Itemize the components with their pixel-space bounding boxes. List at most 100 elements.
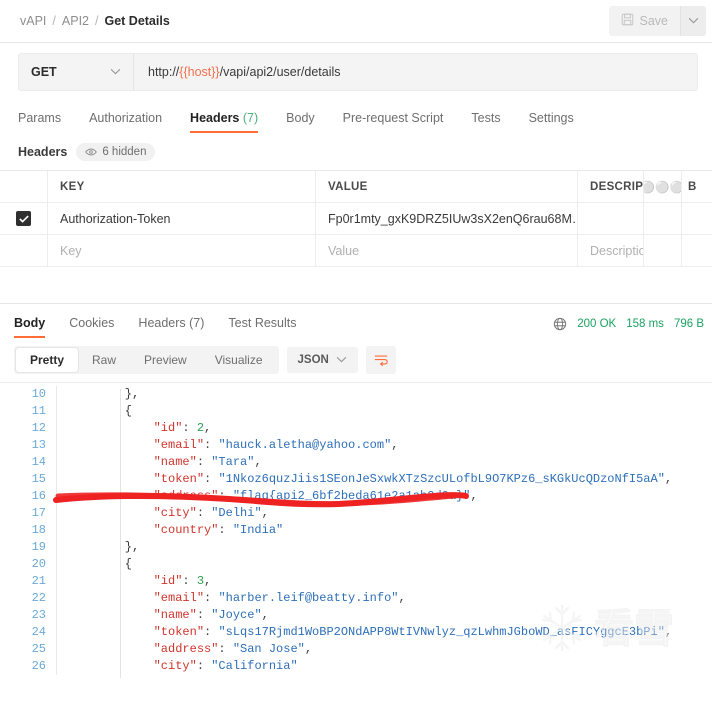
tab-label: Body: [286, 111, 315, 125]
code-line: "name": "Tara",: [96, 454, 712, 471]
code-token: {: [96, 557, 132, 571]
code-token: "email": [96, 438, 204, 452]
tab-settings[interactable]: Settings: [515, 111, 588, 133]
viewport-scrollbar[interactable]: [708, 0, 712, 717]
header-value-input[interactable]: Fp0r1mty_gxK9DRZ5IUw3sX2enQ6rau68M…: [316, 203, 578, 234]
headers-subheader: Headers 6 hidden: [0, 133, 712, 170]
indent-guide: [120, 389, 121, 678]
code-token: :: [197, 608, 211, 622]
view-mode-pretty[interactable]: Pretty: [16, 348, 78, 372]
code-token: },: [96, 540, 139, 554]
line-number: 17: [0, 505, 46, 522]
header-key-input[interactable]: Authorization-Token: [48, 203, 316, 234]
save-button-label: Save: [640, 14, 669, 28]
hidden-headers-label: 6 hidden: [102, 146, 146, 158]
response-view-mode-group: Pretty Raw Preview Visualize: [14, 346, 279, 374]
code-token: ,: [665, 472, 672, 486]
eye-icon: [85, 146, 97, 158]
tab-label: Params: [18, 111, 61, 125]
code-token: "Joyce": [211, 608, 261, 622]
save-options-button[interactable]: [680, 6, 706, 36]
response-body-toolbar: Pretty Raw Preview Visualize JSON: [0, 338, 712, 382]
table-row[interactable]: Authorization-Token Fp0r1mty_gxK9DRZ5IUw…: [0, 203, 712, 235]
save-button[interactable]: Save: [609, 6, 681, 36]
code-line: "token": "sLqs17Rjmd1WoBP2ONdAPP8WtIVNwl…: [96, 624, 712, 641]
code-token: "city": [96, 506, 197, 520]
tab-pre-request-script[interactable]: Pre-request Script: [329, 111, 458, 133]
tab-label: Tests: [471, 111, 500, 125]
code-line: "name": "Joyce",: [96, 607, 712, 624]
breadcrumb-item-request[interactable]: Get Details: [104, 14, 169, 28]
code-token: :: [204, 625, 218, 639]
tab-authorization[interactable]: Authorization: [75, 111, 176, 133]
response-tab-headers[interactable]: Headers (7): [126, 316, 216, 338]
breadcrumb-item-collection[interactable]: vAPI: [20, 14, 46, 28]
table-header-row: KEY VALUE DESCRIPTIO ⚪⚪⚪ B: [0, 171, 712, 203]
headers-section-title: Headers: [18, 145, 67, 159]
code-token: ,: [398, 591, 405, 605]
headers-table: KEY VALUE DESCRIPTIO ⚪⚪⚪ B Authorization…: [0, 170, 712, 267]
tab-params[interactable]: Params: [18, 111, 75, 133]
response-tab-body[interactable]: Body: [14, 316, 57, 338]
code-line: "country": "India": [96, 522, 712, 539]
url-bar: GET http://{{host}}/vapi/api2/user/detai…: [18, 53, 698, 91]
url-row: GET http://{{host}}/vapi/api2/user/detai…: [0, 43, 712, 99]
tab-headers[interactable]: Headers (7): [176, 111, 272, 133]
url-suffix: /vapi/api2/user/details: [220, 65, 341, 79]
line-number: 10: [0, 386, 46, 403]
http-method-label: GET: [31, 65, 57, 79]
code-token: "token": [96, 472, 204, 486]
response-tab-test-results[interactable]: Test Results: [216, 316, 308, 338]
row-actions-empty[interactable]: [644, 235, 682, 266]
tab-label: Headers: [190, 111, 239, 125]
code-token: :: [197, 659, 211, 673]
view-mode-raw[interactable]: Raw: [78, 348, 130, 372]
tab-body[interactable]: Body: [272, 111, 329, 133]
breadcrumb-bar: vAPI / API2 / Get Details Save: [0, 0, 712, 43]
view-mode-visualize[interactable]: Visualize: [201, 348, 277, 372]
line-number: 15: [0, 471, 46, 488]
code-fold-column[interactable]: [56, 386, 82, 675]
line-number: 22: [0, 590, 46, 607]
response-format-selector[interactable]: JSON: [287, 347, 358, 373]
tab-label: Pre-request Script: [343, 111, 444, 125]
line-number: 14: [0, 454, 46, 471]
code-token: ,: [470, 489, 477, 503]
response-body-code-viewer[interactable]: 1011121314151617181920212223242526 }, { …: [0, 382, 712, 680]
table-row-empty[interactable]: Key Value Description: [0, 235, 712, 267]
response-tab-cookies[interactable]: Cookies: [57, 316, 126, 338]
code-line: "id": 2,: [96, 420, 712, 437]
globe-icon[interactable]: [553, 317, 567, 331]
code-line: "id": 3,: [96, 573, 712, 590]
code-token: ,: [262, 608, 269, 622]
breadcrumb-item-folder[interactable]: API2: [62, 14, 89, 28]
tab-tests[interactable]: Tests: [457, 111, 514, 133]
code-token: ,: [305, 642, 312, 656]
code-token: "San Jose": [233, 642, 305, 656]
row-checkbox[interactable]: [0, 203, 48, 234]
code-line: "address": "San Jose",: [96, 641, 712, 658]
code-token: :: [182, 421, 196, 435]
code-token: },: [96, 387, 139, 401]
more-horizontal-icon[interactable]: ⚪⚪⚪: [644, 171, 682, 202]
column-header-value: VALUE: [316, 171, 578, 202]
header-value-input-empty[interactable]: Value: [316, 235, 578, 266]
http-method-selector[interactable]: GET: [19, 54, 134, 90]
chevron-down-icon: [110, 67, 121, 78]
code-token: :: [204, 438, 218, 452]
row-actions[interactable]: [644, 203, 682, 234]
tab-label: Settings: [529, 111, 574, 125]
row-checkbox-empty[interactable]: [0, 235, 48, 266]
header-description-input[interactable]: [578, 203, 644, 234]
word-wrap-icon[interactable]: [366, 346, 396, 374]
view-mode-preview[interactable]: Preview: [130, 348, 201, 372]
code-token: "country": [96, 523, 218, 537]
header-description-input-empty[interactable]: Description: [578, 235, 644, 266]
header-key-input-empty[interactable]: Key: [48, 235, 316, 266]
url-variable: {{host}}: [179, 65, 219, 79]
url-input[interactable]: http://{{host}}/vapi/api2/user/details: [134, 54, 697, 90]
code-token: "address": [96, 489, 218, 503]
hidden-headers-toggle[interactable]: 6 hidden: [76, 143, 155, 161]
code-token: "city": [96, 659, 197, 673]
url-prefix: http://: [148, 65, 179, 79]
